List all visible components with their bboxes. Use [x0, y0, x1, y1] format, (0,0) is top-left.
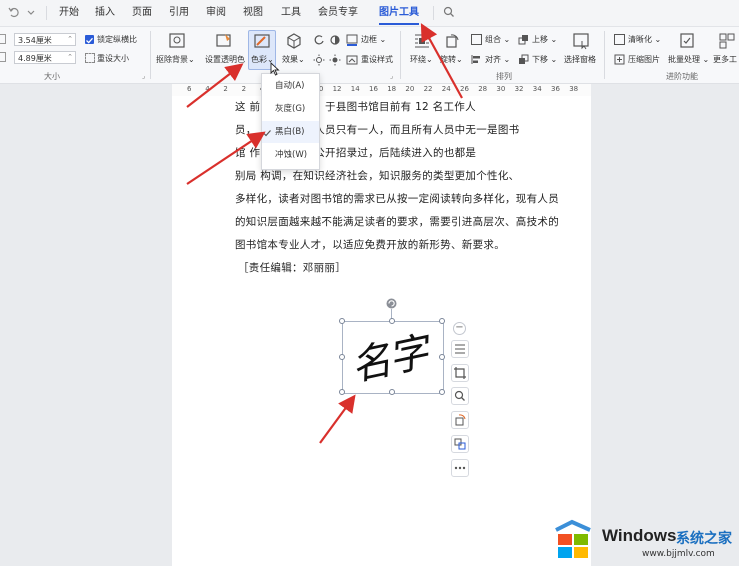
- watermark-url: www.bjjmlv.com: [642, 549, 715, 559]
- watermark-subtitle: 系统之家: [676, 531, 732, 547]
- windows-logo-icon: [552, 518, 594, 560]
- annotation-arrows: [186, 23, 463, 444]
- watermark-title: Windows: [602, 526, 677, 545]
- watermark: Windows 系统之家 www.bjjmlv.com: [550, 516, 739, 566]
